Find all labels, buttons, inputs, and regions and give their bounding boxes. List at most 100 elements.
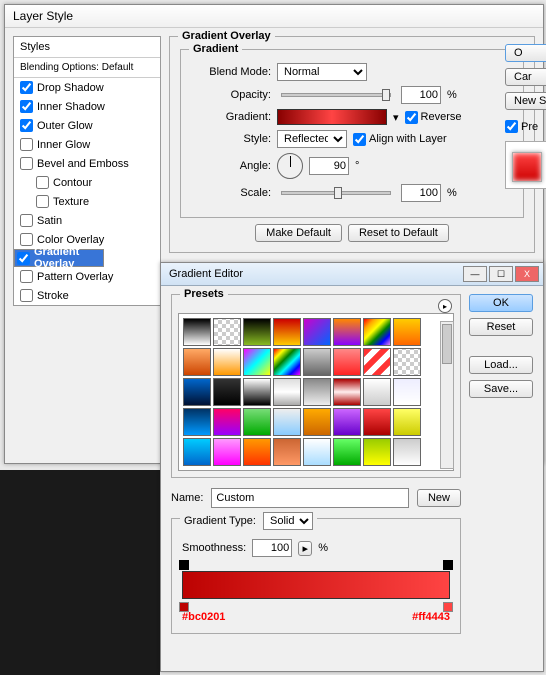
- style-item-stroke[interactable]: Stroke: [14, 286, 160, 305]
- preset-swatch[interactable]: [363, 348, 391, 376]
- style-checkbox[interactable]: [20, 100, 33, 113]
- preset-swatch[interactable]: [393, 318, 421, 346]
- smoothness-input[interactable]: [252, 539, 292, 557]
- style-checkbox[interactable]: [20, 270, 33, 283]
- ge-reset-button[interactable]: Reset: [469, 318, 533, 336]
- preset-swatch[interactable]: [303, 378, 331, 406]
- reset-default-button[interactable]: Reset to Default: [348, 224, 449, 242]
- preset-swatch[interactable]: [393, 348, 421, 376]
- preset-swatch[interactable]: [303, 438, 331, 466]
- style-checkbox[interactable]: [36, 176, 49, 189]
- color-stop-left[interactable]: [179, 602, 189, 612]
- style-checkbox[interactable]: [20, 289, 33, 302]
- style-checkbox[interactable]: [20, 214, 33, 227]
- gradient-preview[interactable]: [277, 109, 387, 125]
- style-item-inner-shadow[interactable]: Inner Shadow: [14, 97, 160, 116]
- style-item-outer-glow[interactable]: Outer Glow: [14, 116, 160, 135]
- preset-swatch[interactable]: [363, 318, 391, 346]
- new-button[interactable]: New: [417, 489, 461, 507]
- preset-swatch[interactable]: [333, 438, 361, 466]
- preset-swatch[interactable]: [183, 438, 211, 466]
- preset-swatch[interactable]: [213, 348, 241, 376]
- style-checkbox[interactable]: [20, 233, 33, 246]
- align-checkbox[interactable]: [353, 133, 366, 146]
- opacity-input[interactable]: [401, 86, 441, 104]
- style-checkbox[interactable]: [20, 157, 33, 170]
- preset-swatch[interactable]: [363, 438, 391, 466]
- style-item-texture[interactable]: Texture: [14, 192, 160, 211]
- preset-swatch[interactable]: [333, 408, 361, 436]
- ge-save-button[interactable]: Save...: [469, 380, 533, 398]
- preset-swatch[interactable]: [213, 318, 241, 346]
- preset-swatch[interactable]: [393, 378, 421, 406]
- preset-swatch[interactable]: [273, 378, 301, 406]
- preset-swatch[interactable]: [183, 408, 211, 436]
- preset-swatch[interactable]: [393, 438, 421, 466]
- preset-swatch[interactable]: [183, 378, 211, 406]
- preset-swatch[interactable]: [303, 348, 331, 376]
- preset-swatch[interactable]: [333, 348, 361, 376]
- blend-mode-select[interactable]: Normal: [277, 63, 367, 81]
- preset-swatch[interactable]: [243, 378, 271, 406]
- name-input[interactable]: [211, 488, 409, 508]
- preset-swatch[interactable]: [333, 318, 361, 346]
- gradient-dropdown-icon[interactable]: ▾: [393, 111, 399, 124]
- style-select[interactable]: Reflected: [277, 130, 347, 148]
- minimize-icon[interactable]: —: [463, 266, 487, 282]
- gradient-bar[interactable]: [182, 571, 450, 599]
- reverse-checkbox[interactable]: [405, 111, 418, 124]
- preset-swatch[interactable]: [303, 318, 331, 346]
- scale-input[interactable]: [401, 184, 441, 202]
- preset-swatch[interactable]: [393, 408, 421, 436]
- presets-menu-icon[interactable]: ▸: [438, 299, 452, 313]
- smoothness-flyout-icon[interactable]: ▸: [298, 541, 312, 556]
- preset-swatch[interactable]: [363, 378, 391, 406]
- blending-options[interactable]: Blending Options: Default: [14, 58, 160, 78]
- close-icon[interactable]: X: [515, 266, 539, 282]
- preset-swatch[interactable]: [243, 348, 271, 376]
- ok-button[interactable]: O: [505, 44, 546, 62]
- preset-swatch[interactable]: [243, 438, 271, 466]
- preset-swatch[interactable]: [243, 318, 271, 346]
- style-item-inner-glow[interactable]: Inner Glow: [14, 135, 160, 154]
- color-stop-right[interactable]: [443, 602, 453, 612]
- new-style-button[interactable]: New S: [505, 92, 546, 110]
- preset-swatch[interactable]: [273, 318, 301, 346]
- preset-swatch[interactable]: [183, 348, 211, 376]
- preview-checkbox[interactable]: [505, 120, 518, 133]
- ge-ok-button[interactable]: OK: [469, 294, 533, 312]
- preset-swatch[interactable]: [273, 438, 301, 466]
- preset-swatch[interactable]: [273, 348, 301, 376]
- styles-header[interactable]: Styles: [14, 37, 160, 58]
- style-item-gradient-overlay[interactable]: Gradient Overlay: [14, 249, 104, 267]
- style-checkbox[interactable]: [20, 138, 33, 151]
- preset-swatch[interactable]: [183, 318, 211, 346]
- style-item-drop-shadow[interactable]: Drop Shadow: [14, 78, 160, 97]
- preset-swatch[interactable]: [363, 408, 391, 436]
- style-item-satin[interactable]: Satin: [14, 211, 160, 230]
- style-checkbox[interactable]: [36, 195, 49, 208]
- preset-swatch[interactable]: [303, 408, 331, 436]
- style-checkbox[interactable]: [20, 119, 33, 132]
- preset-swatch[interactable]: [243, 408, 271, 436]
- presets-scrollbar[interactable]: [440, 321, 454, 469]
- ge-load-button[interactable]: Load...: [469, 356, 533, 374]
- preset-swatch[interactable]: [333, 378, 361, 406]
- opacity-stop-left[interactable]: [179, 560, 189, 570]
- opacity-stop-right[interactable]: [443, 560, 453, 570]
- cancel-button[interactable]: Car: [505, 68, 546, 86]
- style-item-bevel-and-emboss[interactable]: Bevel and Emboss: [14, 154, 160, 173]
- preset-swatch[interactable]: [213, 378, 241, 406]
- style-checkbox[interactable]: [20, 81, 33, 94]
- make-default-button[interactable]: Make Default: [255, 224, 342, 242]
- style-item-contour[interactable]: Contour: [14, 173, 160, 192]
- angle-dial[interactable]: [277, 153, 303, 179]
- maximize-icon[interactable]: ☐: [489, 266, 513, 282]
- scale-slider[interactable]: [281, 191, 391, 195]
- preset-swatch[interactable]: [213, 408, 241, 436]
- opacity-slider[interactable]: [281, 93, 391, 97]
- angle-input[interactable]: [309, 157, 349, 175]
- preset-swatch[interactable]: [213, 438, 241, 466]
- style-checkbox[interactable]: [17, 252, 30, 265]
- gradient-type-select[interactable]: Solid: [263, 512, 313, 530]
